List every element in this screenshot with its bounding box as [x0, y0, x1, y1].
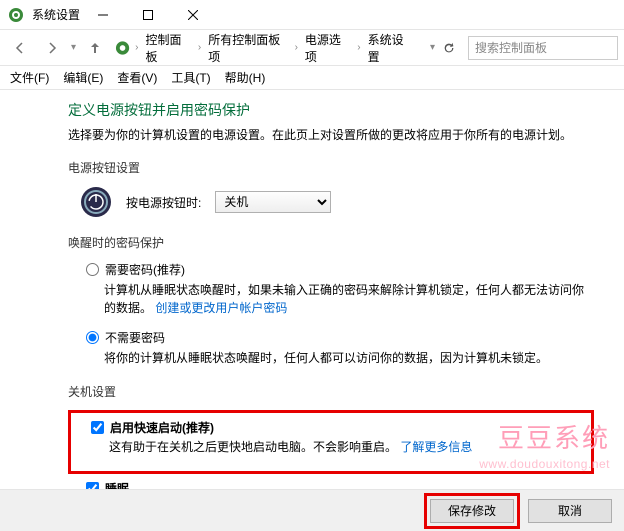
menu-help[interactable]: 帮助(H) — [219, 67, 272, 88]
breadcrumb-item[interactable]: 系统设置 — [364, 29, 417, 67]
section-password-title: 唤醒时的密码保护 — [68, 234, 594, 251]
powerbutton-label: 按电源按钮时: — [126, 194, 201, 211]
forward-button[interactable] — [38, 34, 66, 62]
back-button[interactable] — [6, 34, 34, 62]
window-title: 系统设置 — [32, 6, 80, 23]
app-icon — [8, 7, 24, 23]
require-password-label: 需要密码(推荐) — [105, 261, 185, 278]
minimize-button[interactable] — [80, 0, 125, 29]
control-panel-icon — [115, 40, 130, 56]
fastboot-label: 启用快速启动(推荐) — [110, 419, 214, 436]
sleep-checkbox[interactable] — [86, 482, 99, 489]
menu-file[interactable]: 文件(F) — [4, 67, 55, 88]
search-input[interactable]: 搜索控制面板 — [468, 36, 618, 60]
no-password-desc: 将你的计算机从睡眠状态唤醒时，任何人都可以访问你的数据，因为计算机未锁定。 — [104, 349, 594, 367]
maximize-button[interactable] — [125, 0, 170, 29]
section-shutdown-title: 关机设置 — [68, 383, 594, 400]
menu-edit[interactable]: 编辑(E) — [57, 67, 109, 88]
no-password-radio[interactable] — [86, 331, 99, 344]
powerbutton-select[interactable]: 关机 — [215, 191, 331, 213]
breadcrumb-item[interactable]: 所有控制面板项 — [204, 29, 291, 67]
menu-tools[interactable]: 工具(T) — [165, 67, 216, 88]
history-dropdown-icon[interactable]: ▾ — [70, 42, 77, 53]
menu-view[interactable]: 查看(V) — [111, 67, 163, 88]
page-title: 定义电源按钮并启用密码保护 — [68, 100, 594, 120]
cancel-button[interactable]: 取消 — [528, 499, 612, 523]
require-password-desc: 计算机从睡眠状态唤醒时，如果未输入正确的密码来解除计算机锁定，任何人都无法访问你… — [104, 281, 594, 317]
breadcrumb: › 控制面板› 所有控制面板项› 电源选项› 系统设置 — [113, 29, 417, 67]
highlight-box-fastboot: 启用快速启动(推荐) 这有助于在关机之后更快地启动电脑。不会影响重启。 了解更多… — [68, 410, 594, 474]
breadcrumb-dropdown-icon[interactable]: ▾ — [429, 42, 436, 53]
refresh-icon[interactable] — [442, 41, 456, 55]
close-button[interactable] — [170, 0, 215, 29]
fastboot-checkbox[interactable] — [91, 421, 104, 434]
fastboot-link[interactable]: 了解更多信息 — [400, 440, 472, 454]
page-description: 选择要为你的计算机设置的电源设置。在此页上对设置所做的更改将应用于你所有的电源计… — [68, 126, 594, 143]
require-password-radio[interactable] — [86, 263, 99, 276]
create-password-link[interactable]: 创建或更改用户帐户密码 — [155, 301, 287, 315]
fastboot-desc: 这有助于在关机之后更快地启动电脑。不会影响重启。 了解更多信息 — [109, 438, 579, 455]
power-icon — [80, 186, 112, 218]
up-button[interactable] — [81, 34, 109, 62]
breadcrumb-item[interactable]: 电源选项 — [301, 29, 354, 67]
breadcrumb-item[interactable]: 控制面板 — [141, 29, 194, 67]
save-button[interactable]: 保存修改 — [430, 499, 514, 523]
highlight-box-save: 保存修改 — [424, 493, 520, 529]
section-powerbutton-title: 电源按钮设置 — [68, 159, 594, 176]
no-password-label: 不需要密码 — [105, 329, 165, 346]
sleep-label: 睡眠 — [105, 480, 129, 489]
